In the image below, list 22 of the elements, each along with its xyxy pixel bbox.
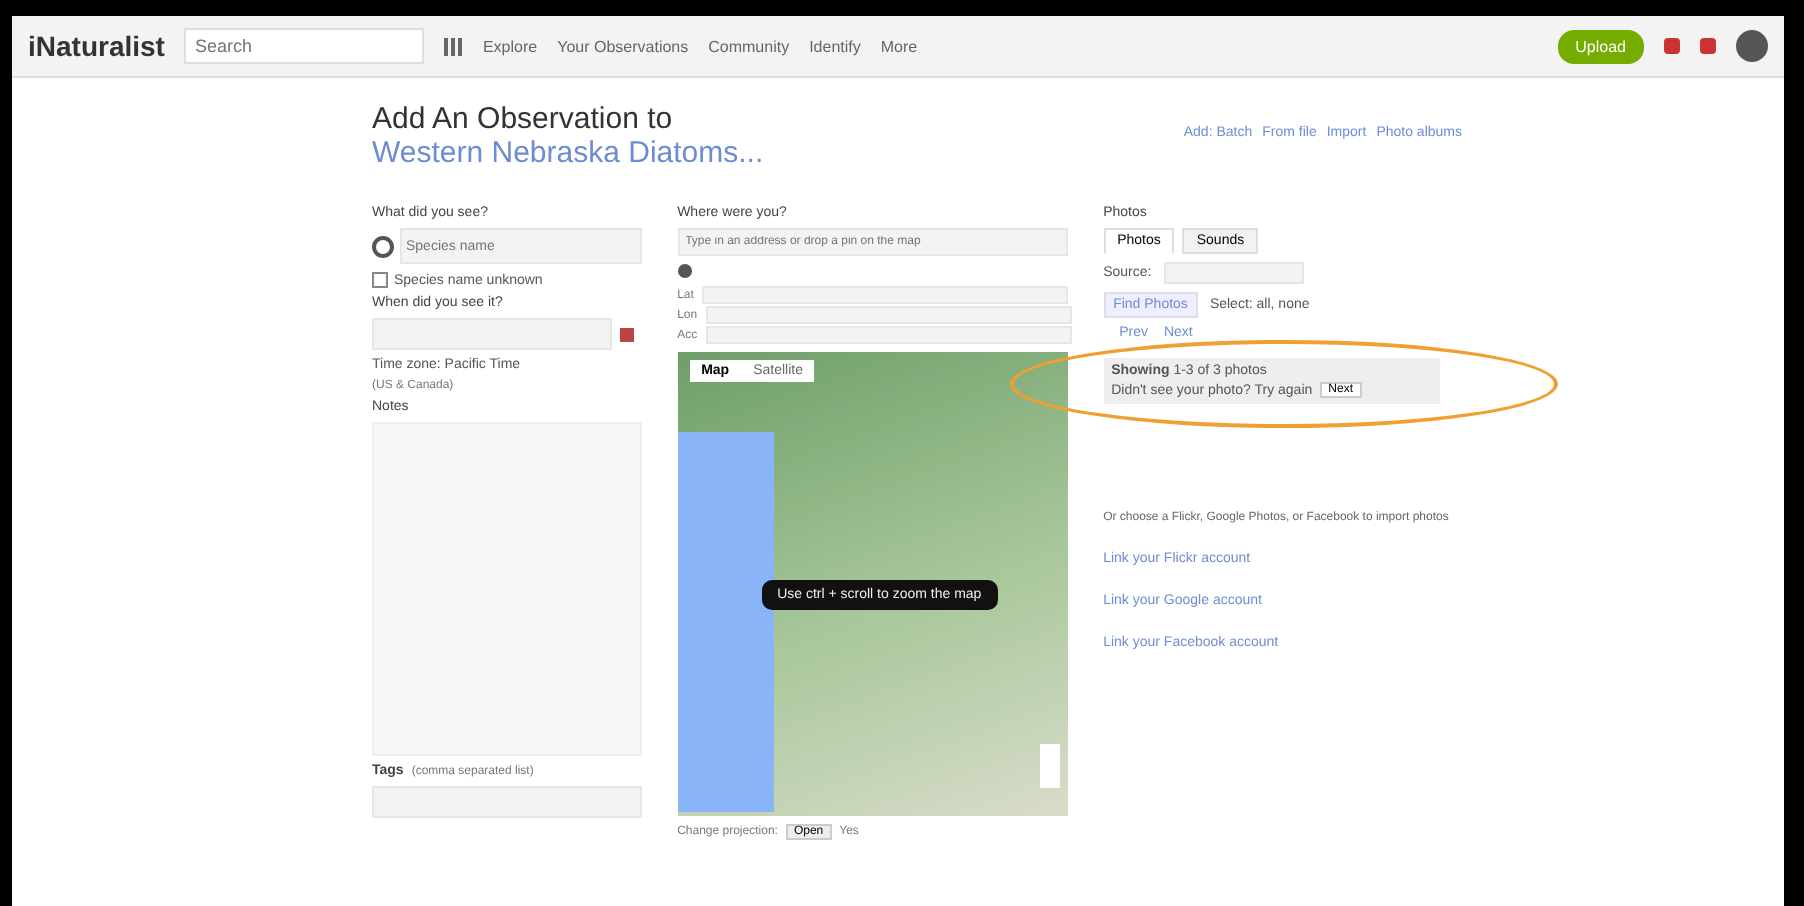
tags-field[interactable] (372, 786, 642, 818)
nav-link[interactable]: Identify (809, 37, 861, 55)
checkbox[interactable] (372, 272, 388, 288)
coord-field[interactable] (705, 306, 1072, 324)
search-field[interactable]: Search (184, 28, 425, 64)
source-field[interactable] (1163, 262, 1304, 284)
site-logo[interactable]: iNaturalist (28, 30, 165, 62)
zoom-control[interactable] (1039, 744, 1060, 788)
pin-icon[interactable] (677, 264, 692, 278)
nav-link[interactable]: Your Observations (557, 37, 689, 55)
avatar-icon[interactable] (1736, 30, 1768, 62)
page-title: Add An Observation to Western Nebraska Diatoms... (372, 102, 766, 170)
grid-icon[interactable] (444, 37, 463, 55)
nav-link[interactable]: Community (708, 37, 790, 55)
nav-link[interactable]: Explore (482, 37, 538, 55)
coord-field[interactable] (701, 286, 1068, 304)
search-icon (372, 235, 394, 257)
upload-button[interactable]: Upload (1557, 29, 1644, 63)
coord-field[interactable] (705, 326, 1072, 344)
date-field[interactable] (372, 318, 612, 350)
nav-link[interactable]: More (880, 37, 918, 55)
project-link[interactable]: Western Nebraska Diatoms... (372, 136, 764, 170)
